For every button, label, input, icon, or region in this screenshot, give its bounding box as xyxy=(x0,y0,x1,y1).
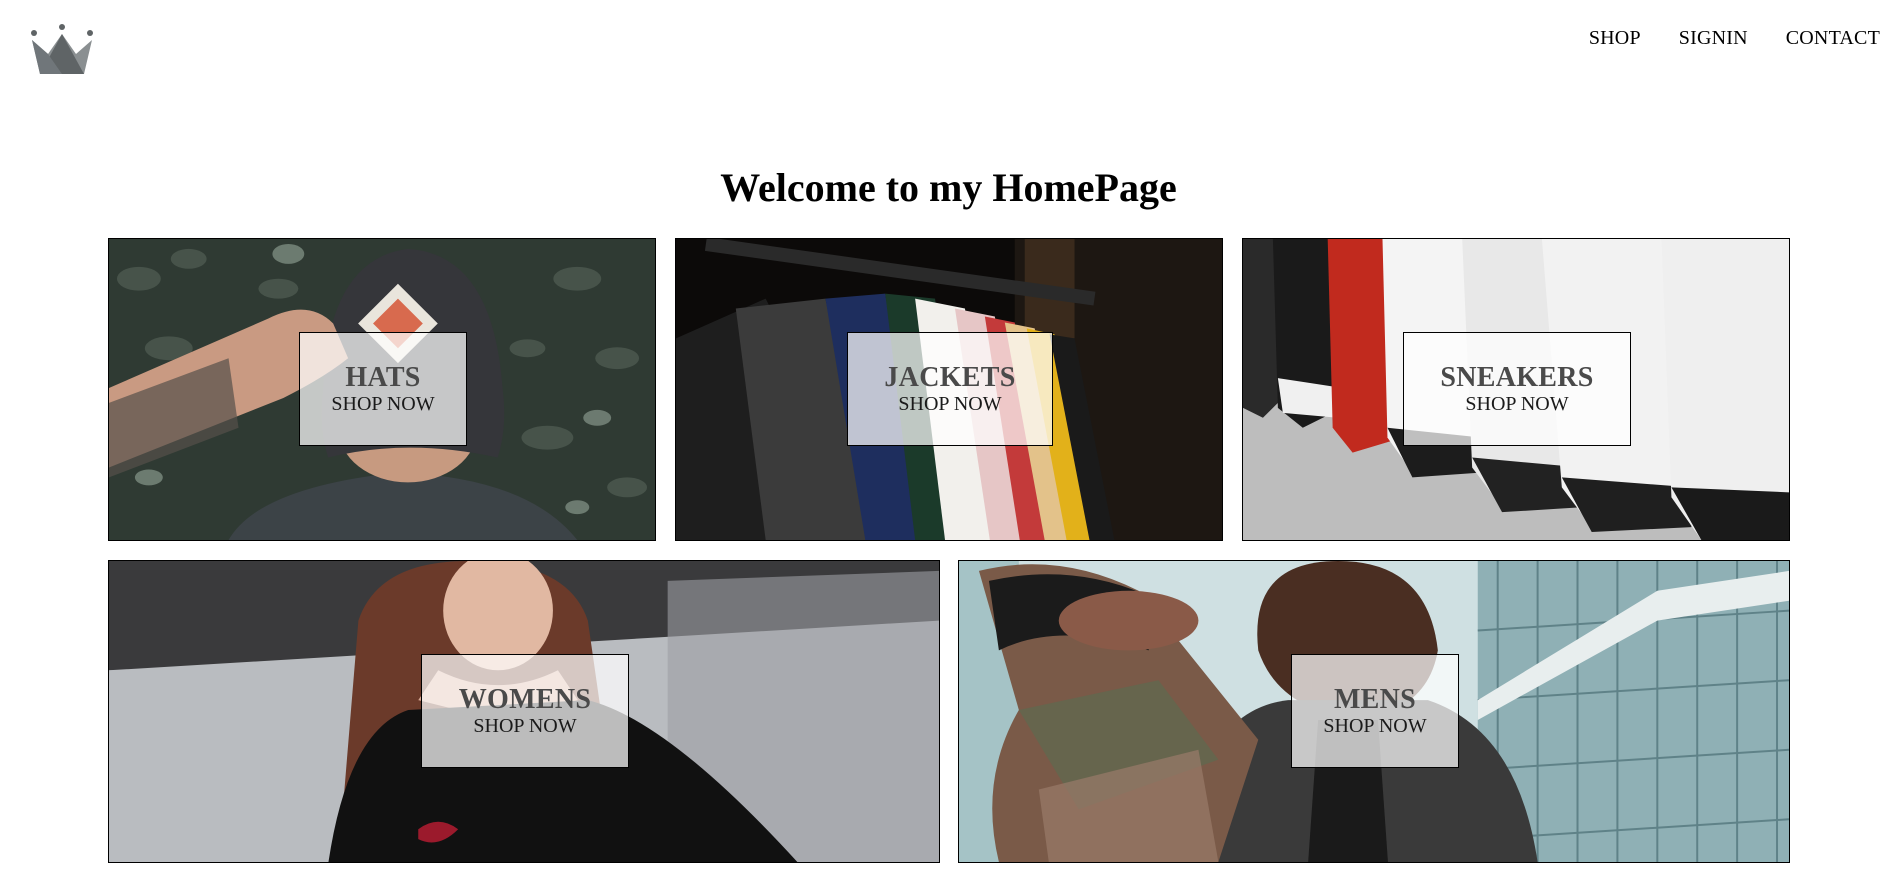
womens-shop-now: SHOP NOW xyxy=(473,715,577,737)
hats-shop-now: SHOP NOW xyxy=(331,393,435,415)
sneakers-label[interactable]: SNEAKERS SHOP NOW xyxy=(1403,332,1631,446)
category-card-hats[interactable]: HATS SHOP NOW xyxy=(108,238,656,541)
womens-title: WOMENS xyxy=(458,684,592,715)
mens-title: MENS xyxy=(1333,684,1417,715)
main-nav: SHOP SIGNIN CONTACT xyxy=(1570,24,1880,52)
womens-label[interactable]: WOMENS SHOP NOW xyxy=(421,654,629,768)
site-header: SHOP SIGNIN CONTACT xyxy=(0,0,1897,90)
category-card-sneakers[interactable]: SNEAKERS SHOP NOW xyxy=(1242,238,1790,541)
jackets-title: JACKETS xyxy=(884,362,1016,393)
nav-link-contact[interactable]: CONTACT xyxy=(1767,24,1880,52)
crown-icon[interactable] xyxy=(28,24,96,76)
category-card-womens[interactable]: WOMENS SHOP NOW xyxy=(108,560,940,863)
sneakers-title: SNEAKERS xyxy=(1440,362,1594,393)
mens-label[interactable]: MENS SHOP NOW xyxy=(1291,654,1459,768)
category-card-mens[interactable]: MENS SHOP NOW xyxy=(958,560,1790,863)
hats-title: HATS xyxy=(345,362,421,393)
category-card-jackets[interactable]: JACKETS SHOP NOW xyxy=(675,238,1223,541)
page-title: Welcome to my HomePage xyxy=(720,165,1177,210)
sneakers-shop-now: SHOP NOW xyxy=(1465,393,1569,415)
jackets-label[interactable]: JACKETS SHOP NOW xyxy=(847,332,1053,446)
jackets-shop-now: SHOP NOW xyxy=(898,393,1002,415)
hats-label[interactable]: HATS SHOP NOW xyxy=(299,332,467,446)
nav-link-signin[interactable]: SIGNIN xyxy=(1660,24,1767,52)
mens-shop-now: SHOP NOW xyxy=(1323,715,1427,737)
nav-link-shop[interactable]: SHOP xyxy=(1570,24,1660,52)
